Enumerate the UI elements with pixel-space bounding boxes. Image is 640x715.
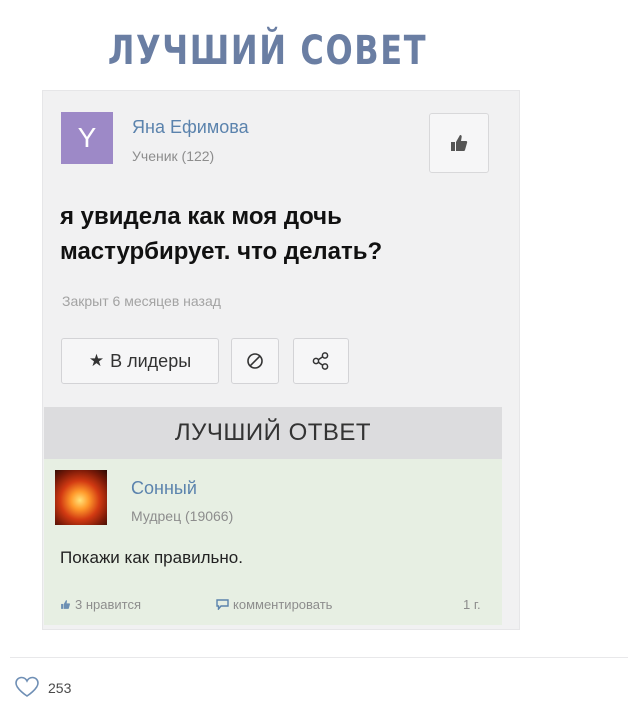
- to-leaders-button[interactable]: ★ В лидеры: [61, 338, 219, 384]
- comment-button[interactable]: комментировать: [216, 597, 332, 612]
- question-text: я увидела как моя дочь мастурбирует. что…: [60, 203, 383, 265]
- answer-likes-label: 3 нравится: [75, 597, 141, 612]
- divider: [10, 657, 628, 658]
- best-answer-header: ЛУЧШИЙ ОТВЕТ: [44, 407, 502, 459]
- heart-icon[interactable]: [14, 676, 40, 698]
- avatar-letter: Y: [77, 122, 97, 153]
- answer-author-avatar[interactable]: [55, 470, 107, 525]
- author-name-link[interactable]: Яна Ефимова: [132, 117, 249, 138]
- to-leaders-label: В лидеры: [110, 350, 192, 371]
- post-like-count: 253: [48, 680, 72, 696]
- answer-time: 1 г.: [463, 597, 481, 612]
- like-question-button[interactable]: [429, 113, 489, 173]
- report-button[interactable]: [231, 338, 279, 384]
- answer-author-rank: Мудрец (19066): [131, 508, 234, 524]
- comment-icon: [216, 599, 229, 610]
- thumbs-up-icon: [61, 600, 71, 609]
- block-icon: [247, 353, 263, 369]
- share-icon: [312, 352, 329, 370]
- answer-author-name-link[interactable]: Сонный: [131, 478, 197, 499]
- author-rank: Ученик (122): [132, 148, 215, 164]
- thumbs-up-icon: [451, 135, 468, 151]
- comment-label: комментировать: [233, 597, 333, 612]
- author-avatar[interactable]: Y: [61, 112, 113, 164]
- share-button[interactable]: [293, 338, 349, 384]
- page-heading: ЛУЧШИЙ СОВЕТ: [107, 28, 428, 74]
- closed-status: Закрыт 6 месяцев назад: [62, 293, 221, 309]
- answer-text: Покажи как правильно.: [60, 548, 243, 567]
- star-icon: ★: [88, 351, 105, 370]
- answer-like-button[interactable]: 3 нравится: [60, 597, 141, 612]
